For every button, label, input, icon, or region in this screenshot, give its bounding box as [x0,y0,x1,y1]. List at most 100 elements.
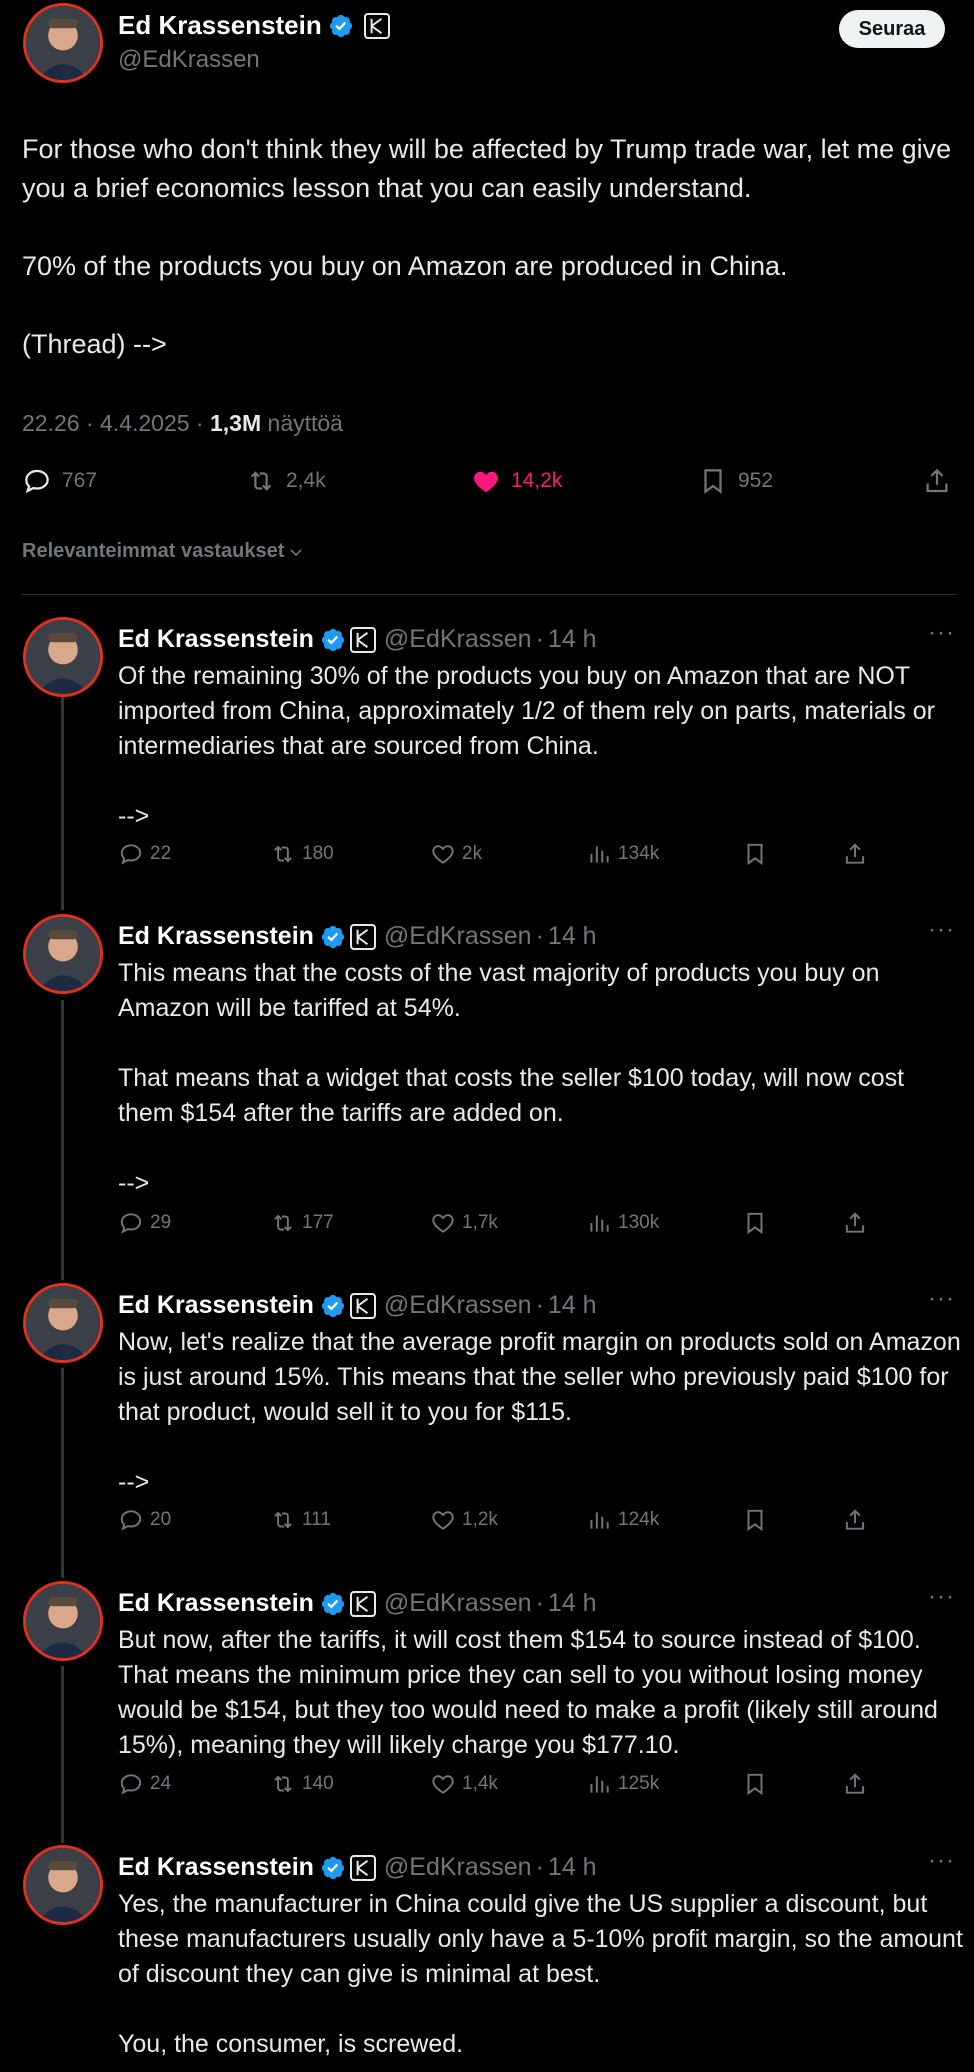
more-icon[interactable]: ··· [928,1847,955,1875]
meta-dot: · [535,1589,544,1617]
reply-count: 767 [62,469,98,492]
bookmark-button[interactable] [742,841,768,867]
k-affiliate-icon[interactable] [349,1590,376,1617]
reply-avatar[interactable] [23,914,103,994]
reply-button[interactable]: 29 [118,1210,171,1236]
like-button[interactable]: 1,7k [430,1210,498,1236]
views-icon [590,1776,609,1793]
repost-button[interactable]: 140 [270,1771,334,1797]
follow-button[interactable]: Seuraa [839,10,945,48]
reply-icon [120,1774,142,1795]
reply-icon [120,1213,142,1234]
reply-author-handle[interactable]: @EdKrassen [384,922,532,951]
views-button[interactable]: 130k [586,1210,659,1236]
more-icon[interactable]: ··· [928,619,955,647]
reply-author-handle[interactable]: @EdKrassen [384,625,532,654]
replies-sort-dropdown[interactable]: Relevanteimmat vastaukset [22,540,304,563]
bookmark-button[interactable] [742,1210,768,1236]
repost-icon [274,1214,292,1232]
verified-badge-icon [321,1856,345,1879]
tweet-date[interactable]: 4.4.2025 [100,410,190,436]
more-icon[interactable]: ··· [928,916,955,944]
k-affiliate-icon[interactable] [363,12,390,39]
bookmark-button[interactable]: 952 [698,466,773,496]
views-count: 130k [618,1212,660,1233]
bookmark-button[interactable] [742,1771,768,1797]
reply-button[interactable]: 24 [118,1771,171,1797]
k-affiliate-icon[interactable] [349,1292,376,1319]
reply-button[interactable]: 20 [118,1507,171,1533]
like-button[interactable]: 2k [430,841,482,867]
tweet-paragraph: 70% of the products you buy on Amazon ar… [22,251,788,281]
bookmark-icon [747,1212,763,1235]
views-icon [590,1215,609,1232]
author-handle[interactable]: @EdKrassen [118,46,260,74]
like-button[interactable]: 14,2k [471,466,562,496]
author-name-text[interactable]: Ed Krassenstein [118,10,322,41]
reply-author-handle[interactable]: @EdKrassen [384,1589,532,1618]
share-button[interactable] [842,1771,868,1797]
reply-time[interactable]: 14 h [548,922,597,951]
reply-text: Yes, the manufacturer in China could giv… [118,1887,963,2062]
reply-author-name[interactable]: Ed Krassenstein [118,1853,314,1882]
share-button[interactable] [842,1507,868,1533]
reply-button[interactable]: 767 [22,466,97,496]
reply-paragraph [118,764,963,799]
tweet-time[interactable]: 22.26 [22,410,80,436]
views-count: 124k [618,1509,660,1530]
like-count: 1,4k [462,1773,498,1794]
reply-time[interactable]: 14 h [548,1291,597,1320]
reply-avatar[interactable] [23,1845,103,1925]
meta-dot: · [535,922,544,950]
share-button[interactable] [922,466,952,496]
reply-icon [120,844,142,865]
author-avatar[interactable] [23,3,103,83]
repost-button[interactable]: 177 [270,1210,334,1236]
reply-author-name[interactable]: Ed Krassenstein [118,1291,314,1320]
reply-time[interactable]: 14 h [548,1853,597,1882]
more-icon[interactable]: ··· [928,1285,955,1313]
share-button[interactable] [842,841,868,867]
repost-button[interactable]: 180 [270,841,334,867]
reply-avatar[interactable] [23,1283,103,1363]
reply-author-name[interactable]: Ed Krassenstein [118,922,314,951]
k-affiliate-icon[interactable] [349,1854,376,1881]
reply-author-handle[interactable]: @EdKrassen [384,1853,532,1882]
repost-button[interactable]: 111 [270,1507,331,1533]
bookmark-count: 952 [738,469,774,492]
verified-badge-icon [321,925,345,948]
reply-author-name[interactable]: Ed Krassenstein [118,1589,314,1618]
like-count: 1,7k [462,1212,498,1233]
like-button[interactable]: 1,2k [430,1507,498,1533]
reply-avatar[interactable] [23,617,103,697]
k-affiliate-icon[interactable] [349,626,376,653]
reply-time[interactable]: 14 h [548,1589,597,1618]
reply-header: Ed Krassenstein @EdKrassen · 14 h [118,922,597,951]
reply-author-name[interactable]: Ed Krassenstein [118,625,314,654]
heart-icon [432,1511,454,1530]
meta-dot: · [189,410,210,436]
views-button[interactable]: 124k [586,1507,659,1533]
like-button[interactable]: 1,4k [430,1771,498,1797]
k-affiliate-icon[interactable] [349,923,376,950]
reply-button[interactable]: 22 [118,841,171,867]
reply-avatar[interactable] [23,1581,103,1661]
share-button[interactable] [842,1210,868,1236]
reply-icon [120,1510,142,1531]
views-button[interactable]: 134k [586,841,659,867]
like-count: 1,2k [462,1509,498,1530]
repost-button[interactable]: 2,4k [246,466,326,496]
bookmark-icon [747,843,763,866]
bookmark-button[interactable] [742,1507,768,1533]
share-icon [845,1509,865,1530]
reply-actions: 24 140 1,4k 125k [118,1771,878,1801]
reply-time[interactable]: 14 h [548,625,597,654]
bookmark-icon [704,469,722,494]
more-icon[interactable]: ··· [928,1583,955,1611]
heart-icon [432,1775,454,1794]
repost-count: 2,4k [286,469,326,492]
views-button[interactable]: 125k [586,1771,659,1797]
author-name[interactable]: Ed Krassenstein [118,10,390,41]
chevron-down-icon [290,548,302,556]
reply-author-handle[interactable]: @EdKrassen [384,1291,532,1320]
